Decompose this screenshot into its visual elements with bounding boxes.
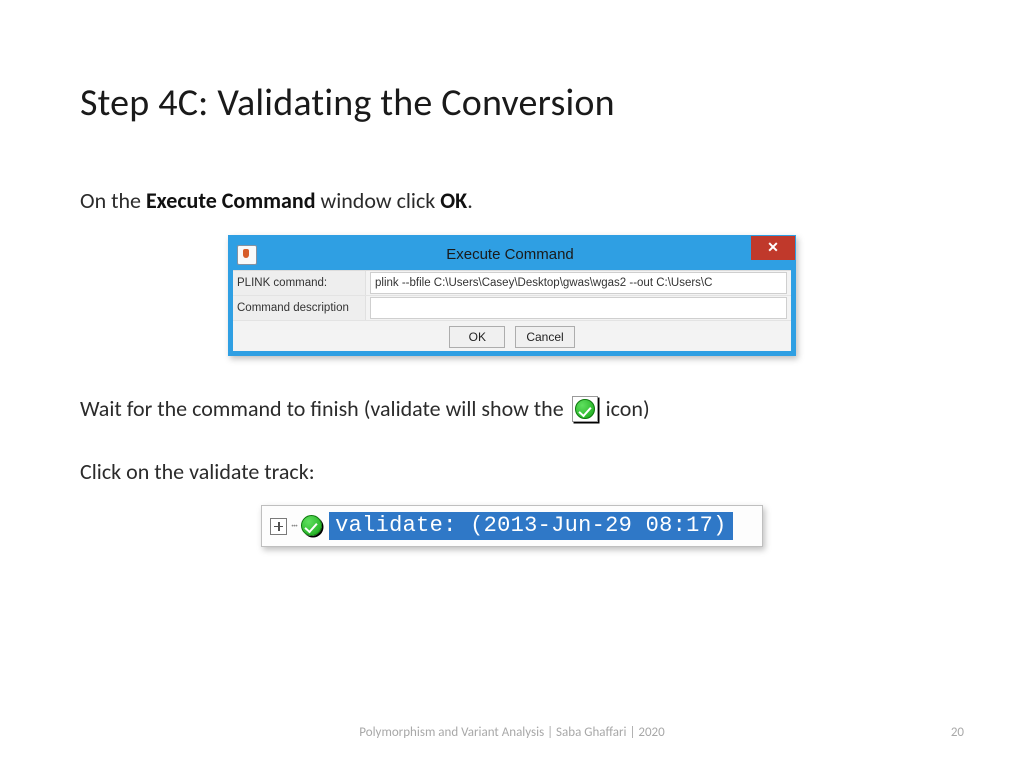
text-fragment: . (467, 187, 473, 214)
tree-expand-icon[interactable] (270, 518, 287, 535)
validate-track-item[interactable]: ··· validate: (2013-Jun-29 08:17) (261, 505, 763, 547)
instruction-line-2: Wait for the command to finish (validate… (80, 394, 944, 425)
window-close-button[interactable]: ✕ (751, 236, 795, 260)
window-titlebar[interactable]: Execute Command ✕ (233, 240, 791, 270)
check-icon (572, 396, 598, 422)
close-icon: ✕ (767, 239, 779, 256)
validate-track-label: validate: (2013-Jun-29 08:17) (329, 512, 733, 540)
execute-command-window: Execute Command ✕ PLINK command: plink -… (228, 235, 796, 356)
bold-execute-command: Execute Command (146, 187, 316, 214)
command-description-row: Command description (233, 296, 791, 321)
command-description-input[interactable] (370, 297, 787, 319)
java-app-icon (237, 245, 257, 265)
window-title: Execute Command (257, 246, 763, 263)
slide-title: Step 4C: Validating the Conversion (80, 80, 944, 126)
plink-command-row: PLINK command: plink --bfile C:\Users\Ca… (233, 271, 791, 296)
text-fragment: icon) (601, 395, 650, 422)
slide-footer: Polymorphism and Variant Analysis | Saba… (0, 725, 1024, 740)
text-fragment: On the (80, 187, 146, 214)
text-fragment: Wait for the command to finish (validate… (80, 395, 569, 422)
ok-button[interactable]: OK (449, 326, 505, 348)
command-description-label: Command description (233, 296, 366, 320)
instruction-line-1: On the Execute Command window click OK. (80, 186, 944, 217)
status-check-icon (301, 515, 323, 537)
plink-command-input[interactable]: plink --bfile C:\Users\Casey\Desktop\gwa… (370, 272, 787, 294)
text-fragment: window click (316, 187, 441, 214)
tree-connector: ··· (291, 519, 297, 533)
plink-command-label: PLINK command: (233, 271, 366, 295)
bold-ok: OK (440, 187, 467, 214)
cancel-button[interactable]: Cancel (515, 326, 574, 348)
instruction-line-3: Click on the validate track: (80, 457, 944, 488)
slide-page-number: 20 (951, 725, 964, 740)
